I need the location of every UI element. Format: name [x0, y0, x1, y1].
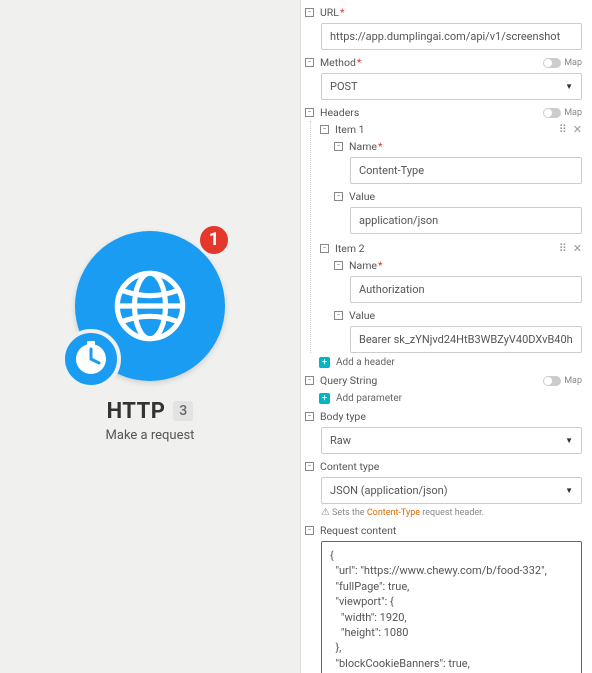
header-name-input-1[interactable] — [350, 157, 582, 184]
body-type-select[interactable]: Raw▼ — [321, 427, 582, 454]
label-header-name: Name* — [349, 140, 582, 153]
label-header-value: Value — [349, 190, 582, 203]
collapse-icon[interactable]: − — [334, 311, 343, 320]
field-body-type: − Body type Raw▼ — [305, 408, 582, 454]
map-toggle-headers[interactable]: Map — [543, 108, 582, 118]
field-method: − Method* Map POST▼ — [305, 54, 582, 100]
plus-icon: + — [319, 393, 330, 404]
label-content-type: Content type — [320, 460, 582, 473]
header-name-input-2[interactable] — [350, 276, 582, 303]
label-method: Method* — [320, 56, 537, 69]
field-url: − URL* — [305, 4, 582, 50]
content-type-hint: ⚠Sets the Content-Type request header. — [321, 507, 582, 518]
module-title: HTTP — [107, 399, 166, 424]
header-value-input-1[interactable] — [350, 207, 582, 234]
close-icon[interactable]: ✕ — [573, 242, 582, 255]
collapse-icon[interactable]: − — [305, 58, 314, 67]
drag-icon[interactable]: ⠿ — [559, 242, 567, 255]
clock-badge — [61, 329, 121, 389]
chevron-down-icon: ▼ — [565, 82, 573, 91]
clock-icon — [71, 339, 111, 379]
collapse-icon[interactable]: − — [305, 8, 314, 17]
chevron-down-icon: ▼ — [565, 486, 573, 495]
collapse-icon[interactable]: − — [320, 244, 329, 253]
collapse-icon[interactable]: − — [305, 108, 314, 117]
module-subtitle: Make a request — [106, 428, 195, 443]
collapse-icon[interactable]: − — [334, 192, 343, 201]
label-header-name: Name* — [349, 259, 582, 272]
close-icon[interactable]: ✕ — [573, 123, 582, 136]
method-select[interactable]: POST▼ — [321, 73, 582, 100]
label-body-type: Body type — [320, 410, 582, 423]
config-panel: − URL* − Method* Map POST▼ − Headers Map… — [300, 0, 592, 673]
collapse-icon[interactable]: − — [305, 412, 314, 421]
label-request-content: Request content — [320, 524, 582, 537]
module-run-count: 3 — [173, 401, 193, 421]
collapse-icon[interactable]: − — [305, 462, 314, 471]
plus-icon: + — [319, 357, 330, 368]
module-node[interactable]: 1 HTTP 3 Make a request — [75, 231, 225, 443]
collapse-icon[interactable]: − — [305, 526, 314, 535]
module-title-row: HTTP 3 — [107, 399, 194, 424]
collapse-icon[interactable]: − — [305, 376, 314, 385]
module-circle: 1 — [75, 231, 225, 381]
map-toggle-query[interactable]: Map — [543, 376, 582, 386]
header-item-2: − Item 2 ⠿✕ — [320, 240, 582, 257]
header-item-1: − Item 1 ⠿✕ — [320, 121, 582, 138]
field-headers: − Headers Map − Item 1 ⠿✕ − Name* − Valu… — [305, 104, 582, 368]
chevron-down-icon: ▼ — [565, 436, 573, 445]
url-input[interactable] — [321, 23, 582, 50]
canvas-area: 1 HTTP 3 Make a request — [0, 0, 300, 673]
collapse-icon[interactable]: − — [334, 142, 343, 151]
label-headers: Headers — [320, 106, 537, 119]
add-parameter-button[interactable]: + Add parameter — [319, 393, 582, 404]
add-header-button[interactable]: + Add a header — [319, 357, 582, 368]
field-query-string: − Query String Map + Add parameter — [305, 372, 582, 404]
headers-list: − Item 1 ⠿✕ − Name* − Value − Item 2 — [310, 121, 582, 353]
field-content-type: − Content type JSON (application/json)▼ … — [305, 458, 582, 518]
error-badge[interactable]: 1 — [197, 223, 231, 257]
label-url: URL* — [320, 6, 582, 19]
content-type-select[interactable]: JSON (application/json)▼ — [321, 477, 582, 504]
request-content-textarea[interactable] — [321, 541, 582, 673]
drag-icon[interactable]: ⠿ — [559, 123, 567, 136]
label-query-string: Query String — [320, 374, 537, 387]
globe-icon — [107, 263, 193, 349]
collapse-icon[interactable]: − — [334, 261, 343, 270]
map-toggle-method[interactable]: Map — [543, 58, 582, 68]
header-value-input-2[interactable] — [350, 326, 582, 353]
field-request-content: − Request content — [305, 522, 582, 673]
label-header-value: Value — [349, 309, 582, 322]
collapse-icon[interactable]: − — [320, 125, 329, 134]
